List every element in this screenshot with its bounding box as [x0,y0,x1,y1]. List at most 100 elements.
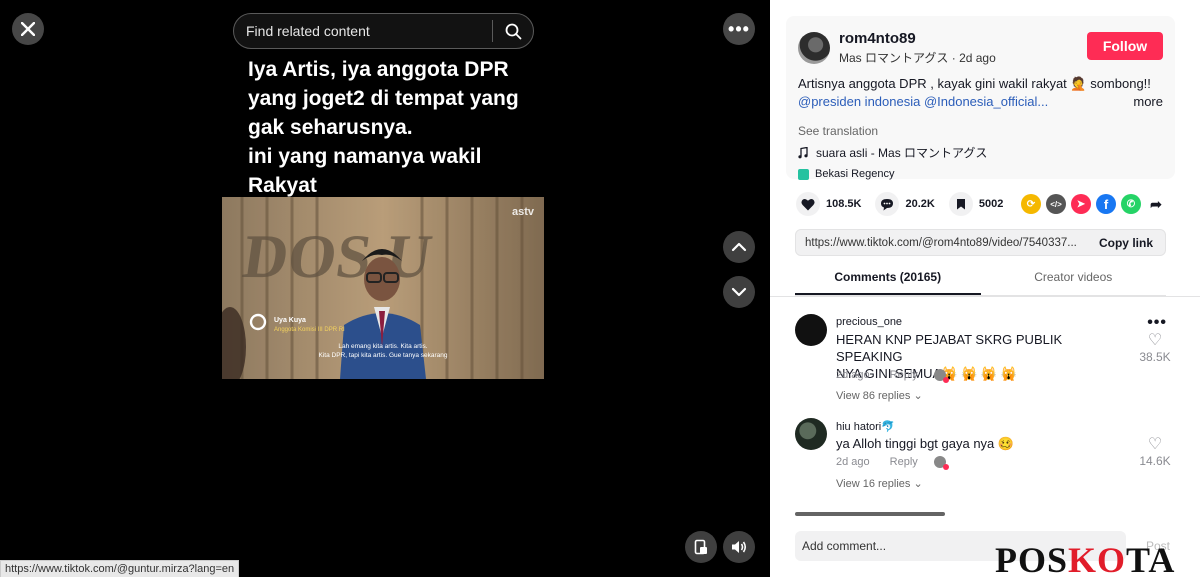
music-title: suara asli - Mas ロマントアグス [816,146,988,160]
floating-player-icon [694,539,707,555]
embed-button[interactable]: </> [1046,194,1066,214]
caption-line: gak seharusnya. [248,116,413,139]
view-replies-link[interactable]: View 16 replies ⌄ [836,477,923,490]
comment-button[interactable] [875,192,900,216]
heart-icon [801,198,815,210]
floating-player-button[interactable] [685,531,717,563]
overlay-subtitle: Lah emang kita artis. Kita artis. [338,343,427,350]
tab-comments[interactable]: Comments (20165) [795,270,981,295]
video-link-box: https://www.tiktok.com/@rom4nto89/video/… [795,229,1166,256]
reply-button[interactable]: Reply [890,456,918,468]
share-arrow-icon: ➦ [1150,195,1162,212]
view-replies-link[interactable]: View 86 replies ⌄ [836,389,923,402]
comment-more-button[interactable]: ••• [1147,314,1167,332]
volume-icon [732,541,747,553]
comment-username[interactable]: hiu hatori🐬 [836,420,895,433]
like-button[interactable] [796,192,820,216]
comment-username[interactable]: precious_one [836,316,902,328]
music-row[interactable]: suara asli - Mas ロマントアグス [798,144,987,161]
share-row: ⟳ </> ➤ f ✆ ➦ [1021,194,1166,214]
comment-count: 20.2K [905,198,935,210]
facebook-icon: f [1103,196,1109,212]
facebook-share-button[interactable]: f [1096,194,1116,214]
like-action[interactable]: 108.5K [796,192,861,216]
video-still: DOS U astv Uya Kuya Anggota Komisi III D… [222,197,544,379]
comment-time: 2d ago [836,369,870,381]
comment-like-count: 38.5K [1139,350,1171,364]
search-icon [505,23,521,39]
chevron-down-icon [731,287,747,297]
copy-link-button[interactable]: Copy link [1087,236,1165,250]
location-row[interactable]: Bekasi Regency [798,168,895,180]
video-caption: Iya Artis, iya anggota DPR yang joget2 d… [248,55,548,200]
overlay-name: Uya Kuya [274,317,306,324]
comment-like-button[interactable]: ♡ 38.5K [1135,332,1175,364]
save-button[interactable] [948,192,973,216]
channel-logo: astv [512,206,535,218]
side-panel: rom4nto89 Mas ロマントアグス · 2d ago Follow Ar… [770,0,1200,577]
comment-item: hiu hatori🐬 ya Alloh tinggi bgt gaya nya… [795,418,1175,498]
tab-creator-videos[interactable]: Creator videos [981,270,1167,295]
author-subline: Mas ロマントアグス · 2d ago [839,51,996,65]
follow-button[interactable]: Follow [1087,32,1163,60]
author-avatar[interactable] [798,32,830,64]
send-to-friends-button[interactable]: ➤ [1071,194,1091,214]
watermark-part: TA [1126,540,1176,577]
comment-avatar[interactable] [795,418,827,450]
description-text: Artisnya anggota DPR , kayak gini wakil … [798,76,1151,91]
status-url-tooltip: https://www.tiktok.com/@guntur.mirza?lan… [0,560,240,577]
more-button[interactable]: more [1133,93,1163,111]
comment-meta: 2d ago Reply [836,456,949,470]
more-dots-icon: ••• [728,18,750,39]
more-share-button[interactable]: ➦ [1146,194,1166,214]
comment-like-button[interactable]: ♡ 14.6K [1135,436,1175,468]
video-frame[interactable]: DOS U astv Uya Kuya Anggota Komisi III D… [222,197,544,379]
comment-avatar[interactable] [795,314,827,346]
comment-meta: 2d ago Reply [836,369,949,383]
save-count: 5002 [978,198,1004,210]
overlay-role: Anggota Komisi III DPR RI [274,327,345,333]
save-action[interactable]: 5002 [948,192,1004,216]
comment-action[interactable]: 20.2K [875,192,935,216]
chevron-down-icon: ⌄ [913,390,923,402]
volume-button[interactable] [723,531,755,563]
caption-line: Rakyat [248,174,317,197]
comment-like-count: 14.6K [1139,454,1171,468]
engagement-stats: 108.5K 20.2K 5002 [796,192,1017,216]
see-translation-link[interactable]: See translation [798,124,878,138]
comment-text-line: HERAN KNP PEJABAT SKRG PUBLIK SPEAKING [836,332,1063,364]
creator-liked-avatar [933,369,949,383]
heart-outline-icon: ♡ [1147,332,1163,349]
next-video-button[interactable] [723,276,755,308]
previous-video-button[interactable] [723,231,755,263]
comment-bubble-icon [881,198,894,210]
search-button[interactable] [493,14,533,48]
location-pin-icon [798,168,809,180]
repost-button[interactable]: ⟳ [1021,194,1041,214]
whatsapp-icon: ✆ [1126,198,1136,210]
chevron-down-icon: ⌄ [913,478,923,490]
comment-text: ya Alloh tinggi bgt gaya nya 🥴 [836,435,1126,452]
search-bar [233,13,534,49]
search-input[interactable] [234,23,492,39]
comment-item: precious_one HERAN KNP PEJABAT SKRG PUBL… [795,314,1175,409]
view-replies-label: View 86 replies [836,390,911,402]
video-player[interactable]: ••• Iya Artis, iya anggota DPR yang joge… [0,0,770,577]
author-username[interactable]: rom4nto89 [839,30,916,47]
caption-line: yang joget2 di tempat yang [248,87,519,110]
description-mentions[interactable]: @presiden indonesia @Indonesia_official.… [798,93,1048,111]
overlay-subtitle: Kita DPR, tapi kita artis. Gue tanya sek… [319,352,448,359]
location-name: Bekasi Regency [815,168,895,180]
more-options-button[interactable]: ••• [723,13,755,45]
reply-button[interactable]: Reply [890,369,918,381]
whatsapp-share-button[interactable]: ✆ [1121,194,1141,214]
close-button[interactable] [12,13,44,45]
video-link-url[interactable]: https://www.tiktok.com/@rom4nto89/video/… [796,237,1087,249]
tabs-divider [770,296,1200,297]
send-icon: ➤ [1076,198,1086,210]
comment-tabs: Comments (20165) Creator videos [770,270,1200,297]
heart-outline-icon: ♡ [1147,436,1163,453]
app-root: ••• Iya Artis, iya anggota DPR yang joge… [0,0,1200,577]
creator-liked-avatar [933,456,949,470]
music-note-icon [798,146,808,158]
